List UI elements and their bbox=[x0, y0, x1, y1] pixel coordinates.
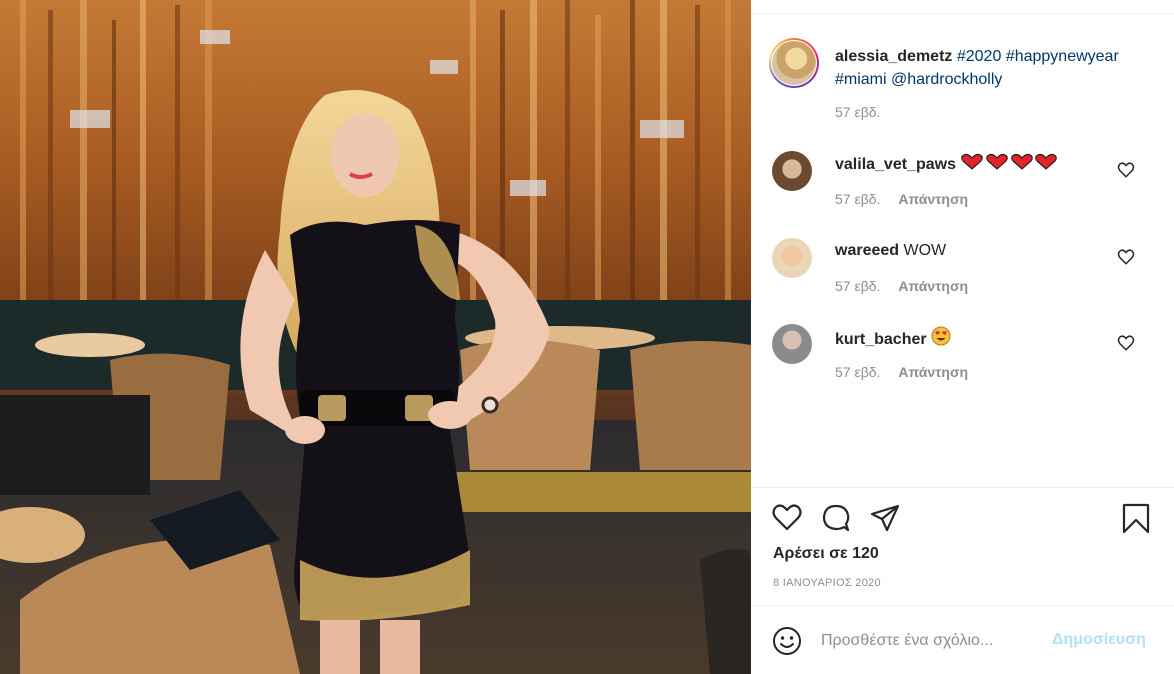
comment-meta: 57 εβδ. Απάντηση bbox=[835, 364, 968, 380]
comment-text: wareeed WOW bbox=[835, 240, 946, 262]
divider bbox=[751, 13, 1174, 14]
comment-item: valila_vet_paws 57 εβδ. Απάντηση bbox=[751, 151, 1174, 231]
hearts-emoji-icon bbox=[960, 153, 1060, 178]
photo-illustration bbox=[0, 0, 751, 674]
comment-time[interactable]: 57 εβδ. bbox=[835, 278, 880, 294]
comment-text: valila_vet_paws bbox=[835, 153, 1060, 178]
author-avatar[interactable] bbox=[772, 41, 816, 85]
divider bbox=[751, 487, 1174, 488]
caption-time[interactable]: 57 εβδ. bbox=[835, 104, 880, 120]
commenter-avatar[interactable] bbox=[772, 238, 812, 278]
comment-item: kurt_bacher 57 εβδ. Απάντηση bbox=[751, 324, 1174, 404]
author-username[interactable]: alessia_demetz bbox=[835, 48, 952, 65]
commenter-username[interactable]: valila_vet_paws bbox=[835, 156, 956, 173]
commenter-username[interactable]: wareeed bbox=[835, 242, 899, 259]
bookmark-icon[interactable] bbox=[1120, 502, 1152, 534]
commenter-avatar[interactable] bbox=[772, 151, 812, 191]
like-comment-icon[interactable] bbox=[1117, 161, 1135, 179]
comment-item: wareeed WOW 57 εβδ. Απάντηση bbox=[751, 238, 1174, 318]
hashtag-link[interactable]: #happynewyear bbox=[1006, 48, 1119, 65]
comment-icon[interactable] bbox=[820, 502, 852, 534]
likes-count[interactable]: Αρέσει σε 120 bbox=[773, 545, 879, 563]
comment-body: WOW bbox=[903, 242, 947, 259]
like-comment-icon[interactable] bbox=[1117, 334, 1135, 352]
comment-time[interactable]: 57 εβδ. bbox=[835, 191, 880, 207]
post-comment-button[interactable]: Δημοσίευση bbox=[1052, 631, 1146, 649]
mention-link[interactable]: @hardrockholly bbox=[891, 71, 1002, 88]
comment-meta: 57 εβδ. Απάντηση bbox=[835, 191, 968, 207]
post-photo[interactable] bbox=[0, 0, 751, 674]
reply-button[interactable]: Απάντηση bbox=[898, 191, 968, 207]
post-caption: alessia_demetz #2020 #happynewyear #miam… bbox=[835, 45, 1155, 91]
post-side-panel: alessia_demetz #2020 #happynewyear #miam… bbox=[751, 0, 1174, 674]
reply-button[interactable]: Απάντηση bbox=[898, 278, 968, 294]
hashtag-link[interactable]: #2020 bbox=[957, 48, 1002, 65]
emoji-icon[interactable] bbox=[771, 625, 803, 657]
commenter-username[interactable]: kurt_bacher bbox=[835, 331, 927, 348]
like-comment-icon[interactable] bbox=[1117, 248, 1135, 266]
share-icon[interactable] bbox=[869, 502, 901, 534]
comment-meta: 57 εβδ. Απάντηση bbox=[835, 278, 968, 294]
heart-eyes-emoji-icon bbox=[931, 326, 951, 353]
heart-icon[interactable] bbox=[771, 502, 803, 534]
commenter-avatar[interactable] bbox=[772, 324, 812, 364]
comment-input[interactable] bbox=[821, 628, 1081, 654]
divider bbox=[751, 605, 1174, 606]
reply-button[interactable]: Απάντηση bbox=[898, 364, 968, 380]
comment-time[interactable]: 57 εβδ. bbox=[835, 364, 880, 380]
comment-text: kurt_bacher bbox=[835, 326, 951, 353]
post-date[interactable]: 8 ΙΑΝΟΥΑΡΙΟΣ 2020 bbox=[773, 577, 881, 589]
hashtag-link[interactable]: #miami bbox=[835, 71, 887, 88]
